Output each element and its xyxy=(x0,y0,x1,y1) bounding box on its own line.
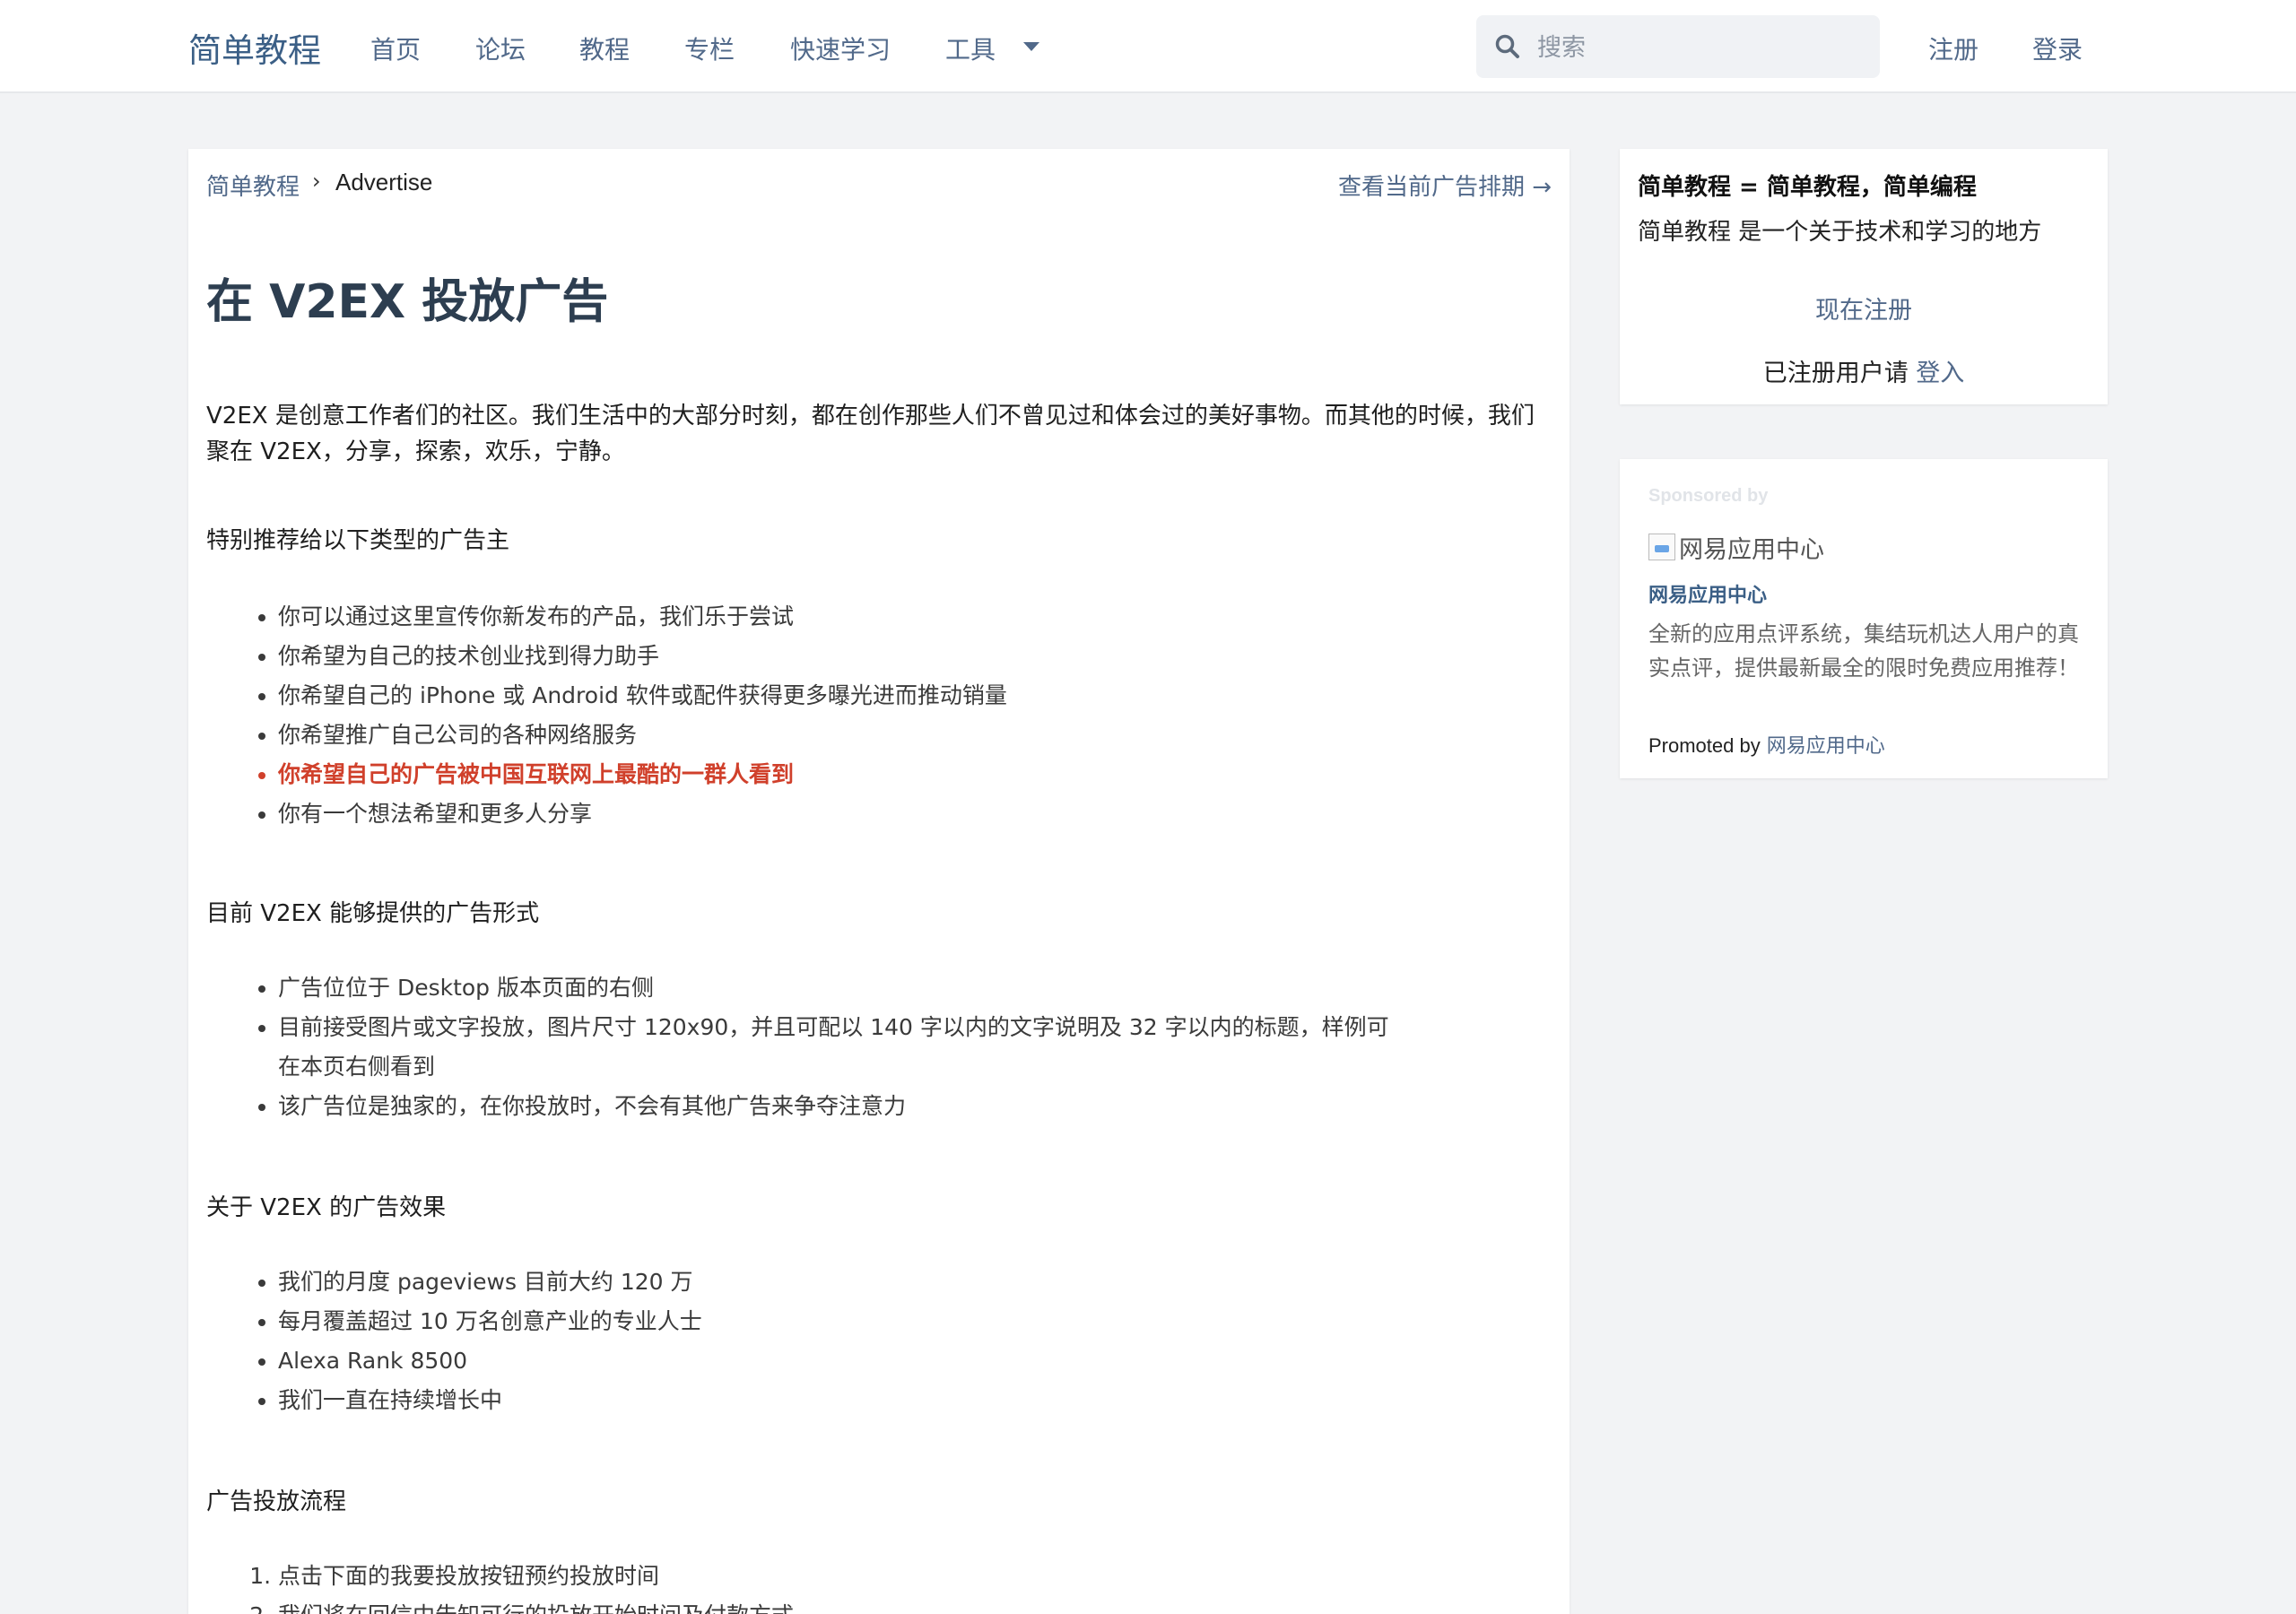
list-item-highlight: 你希望自己的广告被中国互联网上最酷的一群人看到 xyxy=(278,755,1390,794)
nav-item-forum[interactable]: 论坛 xyxy=(475,30,526,66)
login-link[interactable]: 登录 xyxy=(2032,30,2083,66)
site-description: 简单教程 是一个关于技术和学习的地方 xyxy=(1638,219,2042,246)
page-title: 在 V2EX 投放广告 xyxy=(206,275,609,329)
list-item: 点击下面的我要投放按钮预约投放时间 xyxy=(278,1557,1390,1596)
list-item: 该广告位是独家的，在你投放时，不会有其他广告来争夺注意力 xyxy=(278,1087,1390,1126)
sponsor-description: 全新的应用点评系统，集结玩机达人用户的真实点评，提供最新最全的限时免费应用推荐！ xyxy=(1648,621,2079,681)
promoted-by-text: Promoted by xyxy=(1648,734,1761,757)
list-item: 我们一直在持续增长中 xyxy=(278,1381,1390,1420)
list-item: 你可以通过这里宣传你新发布的产品，我们乐于尝试 xyxy=(278,597,1390,637)
site-title: 简单教程 = 简单教程，简单编程 xyxy=(1638,174,1977,201)
register-link[interactable]: 注册 xyxy=(1928,30,1979,66)
sponsored-label: Sponsored by xyxy=(1648,486,1769,506)
promoted-by: Promoted by 网易应用中心 xyxy=(1648,730,1885,759)
breadcrumb-separator: › xyxy=(312,169,321,194)
promoted-by-link[interactable]: 网易应用中心 xyxy=(1767,735,1885,758)
list-item: 广告位位于 Desktop 版本页面的右侧 xyxy=(278,968,1390,1008)
sponsor-box: Sponsored by 网易应用中心 网易应用中心 全新的应用点评系统，集结玩… xyxy=(1620,459,2108,778)
ad-format-list: 广告位位于 Desktop 版本页面的右侧 目前接受图片或文字投放，图片尺寸 1… xyxy=(206,968,1390,1126)
intro-paragraph: V2EX 是创意工作者们的社区。我们生活中的大部分时刻，都在创作那些人们不曾见过… xyxy=(206,403,1535,465)
list-item: 每月覆盖超过 10 万名创意产业的专业人士 xyxy=(278,1302,1390,1341)
nav-item-tools[interactable]: 工具 xyxy=(945,30,996,66)
ad-schedule-link[interactable]: 查看当前广告排期 → xyxy=(1338,169,1552,202)
sponsor-name-link[interactable]: 网易应用中心 xyxy=(1648,579,1767,608)
section-title-ad-effect: 关于 V2EX 的广告效果 xyxy=(206,1194,447,1221)
list-item: 我们的月度 pageviews 目前大约 120 万 xyxy=(278,1263,1390,1302)
list-item: 目前接受图片或文字投放，图片尺寸 120x90，并且可配以 140 字以内的文字… xyxy=(278,1008,1390,1087)
broken-image-icon xyxy=(1648,534,1675,560)
top-navbar: 简单教程 首页 论坛 教程 专栏 快速学习 工具 注册 登录 xyxy=(0,0,2296,93)
ad-process-list: 点击下面的我要投放按钮预约投放时间 我们将在回信中告知可行的投放开始时间及付款方… xyxy=(206,1557,1390,1614)
login-prompt-text: 已注册用户请 xyxy=(1762,360,1909,387)
section-title-ad-process: 广告投放流程 xyxy=(206,1488,347,1515)
list-item: Alexa Rank 8500 xyxy=(278,1341,1390,1381)
sponsor-image-link[interactable]: 网易应用中心 xyxy=(1648,531,1824,564)
search-icon xyxy=(1495,34,1519,58)
nav-item-tutorials[interactable]: 教程 xyxy=(579,30,630,66)
site-info-box: 简单教程 = 简单教程，简单编程 简单教程 是一个关于技术和学习的地方 现在注册… xyxy=(1620,149,2108,404)
breadcrumb-current: Advertise xyxy=(335,169,433,195)
list-item: 你有一个想法希望和更多人分享 xyxy=(278,794,1390,834)
list-item: 你希望为自己的技术创业找到得力助手 xyxy=(278,637,1390,676)
search-input[interactable] xyxy=(1535,24,1862,71)
section-title-advertisers: 特别推荐给以下类型的广告主 xyxy=(206,527,510,554)
login-prompt: 已注册用户请 登入 xyxy=(1620,353,2108,388)
nav-item-home[interactable]: 首页 xyxy=(370,30,421,66)
sponsor-image-alt: 网易应用中心 xyxy=(1679,535,1824,564)
nav-item-columns[interactable]: 专栏 xyxy=(684,30,735,66)
breadcrumb-home[interactable]: 简单教程 xyxy=(206,169,300,202)
ad-effect-list: 我们的月度 pageviews 目前大约 120 万 每月覆盖超过 10 万名创… xyxy=(206,1263,1390,1420)
list-item: 你希望推广自己公司的各种网络服务 xyxy=(278,716,1390,755)
register-now-link[interactable]: 现在注册 xyxy=(1620,291,2108,325)
main-content-box: 简单教程 › Advertise 查看当前广告排期 → 在 V2EX 投放广告 … xyxy=(188,149,1570,1614)
sidebar-login-link[interactable]: 登入 xyxy=(1916,360,1964,387)
caret-down-icon[interactable] xyxy=(1023,42,1039,51)
nav-item-quick-learn[interactable]: 快速学习 xyxy=(790,30,891,66)
site-logo[interactable]: 简单教程 xyxy=(188,23,321,72)
advertiser-type-list: 你可以通过这里宣传你新发布的产品，我们乐于尝试 你希望为自己的技术创业找到得力助… xyxy=(206,597,1390,834)
search-box[interactable] xyxy=(1476,15,1880,78)
list-item: 你希望自己的 iPhone 或 Android 软件或配件获得更多曝光进而推动销… xyxy=(278,676,1390,716)
list-item: 我们将在回信中告知可行的投放开始时间及付款方式 xyxy=(278,1596,1390,1614)
section-title-ad-formats: 目前 V2EX 能够提供的广告形式 xyxy=(206,900,540,927)
